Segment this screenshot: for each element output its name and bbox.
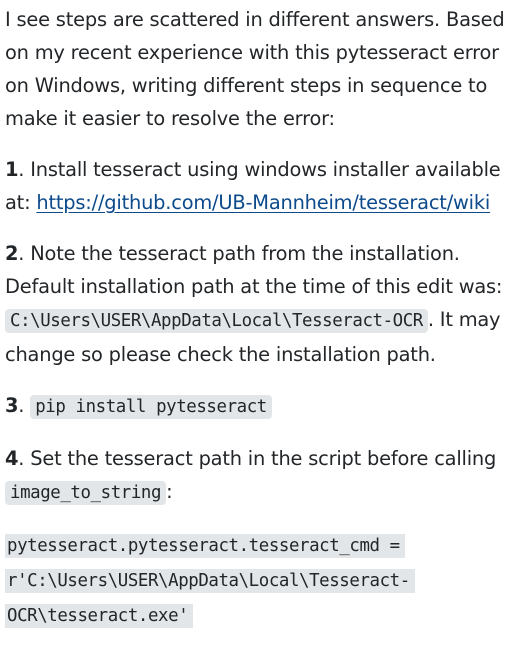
step-3-sep: . xyxy=(18,394,31,417)
step-3-number: 3 xyxy=(5,394,19,417)
step-4: 4. Set the tesseract path in the script … xyxy=(5,442,519,510)
step-2-number: 2 xyxy=(5,242,19,265)
answer-body: I see steps are scattered in different a… xyxy=(5,0,519,633)
step-2-text: . Note the tesseract path from the insta… xyxy=(5,242,503,298)
install-path-code: C:\Users\USER\AppData\Local\Tesseract-OC… xyxy=(5,309,428,333)
code-line-2: r'C:\Users\USER\AppData\Local\Tesseract- xyxy=(5,569,415,593)
step-2: 2. Note the tesseract path from the inst… xyxy=(5,237,519,371)
pip-install-code: pip install pytesseract xyxy=(30,395,272,419)
step-4-number: 4 xyxy=(5,447,19,470)
tesseract-wiki-link[interactable]: https://github.com/UB-Mannheim/tesseract… xyxy=(36,191,490,214)
step-4-after: : xyxy=(166,480,173,503)
step-4-text: . Set the tesseract path in the script b… xyxy=(18,447,497,470)
intro-paragraph: I see steps are scattered in different a… xyxy=(5,8,505,130)
code-line-1: pytesseract.pytesseract.tesseract_cmd = xyxy=(5,534,405,558)
step-3: 3. pip install pytesseract xyxy=(5,389,519,424)
step-1-number: 1 xyxy=(5,158,19,181)
image-to-string-code: image_to_string xyxy=(5,481,167,505)
code-line-3: OCR\tesseract.exe' xyxy=(5,604,194,628)
code-block: pytesseract.pytesseract.tesseract_cmd = … xyxy=(5,528,519,633)
step-1: 1. Install tesseract using windows insta… xyxy=(5,153,519,219)
